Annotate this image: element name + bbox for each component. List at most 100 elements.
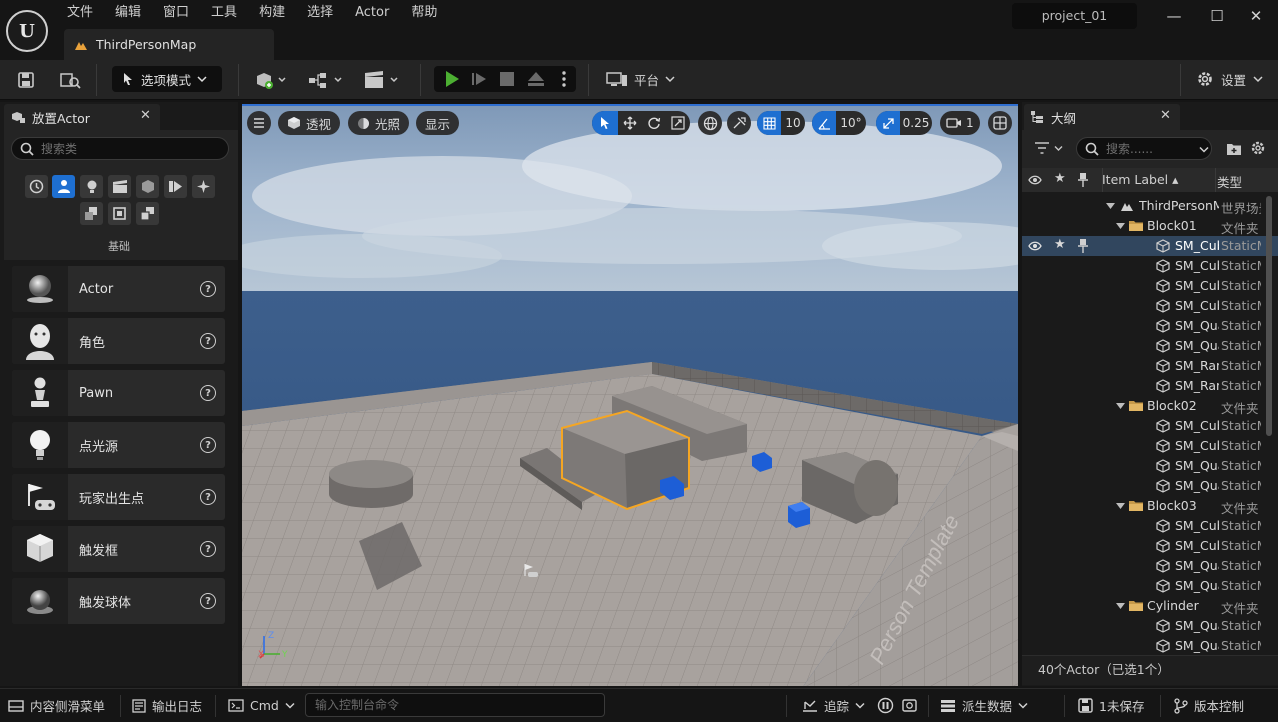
viewport-scene[interactable]: Person Template Z Y X	[242, 106, 1018, 686]
outliner-actor-row[interactable]: SM_CubeStaticMesh	[1022, 276, 1278, 296]
help-icon[interactable]: ?	[200, 385, 216, 401]
actor-item-character[interactable]: 角色 ?	[12, 318, 225, 364]
actor-item-player-start[interactable]: 玩家出生点 ?	[12, 474, 225, 520]
add-actor-icon[interactable]	[252, 68, 290, 92]
gear-icon[interactable]	[1250, 140, 1266, 156]
outliner-folder-row[interactable]: Block03 文件夹	[1022, 496, 1278, 516]
menu-tools[interactable]: 工具	[200, 0, 248, 26]
outliner-actor-row[interactable]: SM_QuadStaticMesh	[1022, 616, 1278, 636]
blueprint-icon[interactable]	[306, 68, 346, 92]
item-label-column[interactable]: Item Label ▴	[1102, 172, 1178, 187]
close-window-button[interactable]: ✕	[1246, 6, 1266, 26]
save-icon[interactable]	[14, 68, 38, 92]
cinematic-category-icon[interactable]	[108, 175, 131, 198]
more-options-icon[interactable]	[561, 71, 567, 87]
viewport-menu-button[interactable]	[247, 111, 271, 135]
scale-snap-value[interactable]: 0.25	[900, 111, 932, 135]
outliner-tab[interactable]: 大纲 ✕	[1024, 104, 1180, 130]
outliner-actor-row[interactable]: SM_QuadStaticMesh	[1022, 316, 1278, 336]
outliner-actor-row[interactable]: SM_CubeStaticMesh	[1022, 536, 1278, 556]
outliner-world-row[interactable]: ThirdPersonMap世界场景	[1022, 196, 1278, 216]
other-category-icon[interactable]	[136, 202, 159, 225]
outliner-actor-row[interactable]: SM_CubeStaticMesh	[1022, 256, 1278, 276]
outliner-actor-row[interactable]: SM_QuadStaticMesh	[1022, 556, 1278, 576]
outliner-folder-row[interactable]: Block02 文件夹	[1022, 396, 1278, 416]
outliner-actor-row[interactable]: SM_CubeStaticMesh	[1022, 436, 1278, 456]
viewport-layout-button[interactable]	[988, 111, 1012, 135]
rotation-snap-value[interactable]: 10°	[836, 111, 866, 135]
visibility-column-icon[interactable]	[1028, 174, 1042, 186]
outliner-scrollbar[interactable]	[1266, 196, 1272, 436]
settings-button[interactable]: 设置	[1196, 68, 1263, 90]
menu-select[interactable]: 选择	[296, 0, 344, 26]
console-command-input[interactable]: 输入控制台命令	[305, 693, 605, 717]
help-icon[interactable]: ?	[200, 281, 216, 297]
close-tab-icon[interactable]: ✕	[140, 108, 151, 123]
place-actors-tab[interactable]: 放置Actor ✕	[4, 104, 160, 130]
expand-arrow-icon[interactable]	[1116, 403, 1125, 409]
close-tab-icon[interactable]: ✕	[1160, 108, 1171, 123]
menu-window[interactable]: 窗口	[152, 0, 200, 26]
help-icon[interactable]: ?	[200, 437, 216, 453]
outliner-actor-row[interactable]: SM_RampStaticMesh	[1022, 356, 1278, 376]
outliner-actor-row[interactable]: SM_RampStaticMesh	[1022, 376, 1278, 396]
derived-data-button[interactable]: 派生数据	[940, 689, 1028, 722]
unreal-logo[interactable]: U	[6, 10, 48, 52]
output-log-button[interactable]: 输出日志	[132, 689, 202, 722]
geometry-category-icon[interactable]	[164, 175, 187, 198]
actor-item-trigger-sphere[interactable]: 触发球体 ?	[12, 578, 225, 624]
filter-dropdown[interactable]	[1034, 141, 1063, 155]
outliner-folder-row[interactable]: Block01 文件夹	[1022, 216, 1278, 236]
source-control-button[interactable]: 版本控制	[1174, 689, 1244, 722]
actor-item-actor[interactable]: Actor ?	[12, 266, 225, 312]
help-icon[interactable]: ?	[200, 489, 216, 505]
visibility-eye-icon[interactable]	[1028, 240, 1042, 252]
outliner-actor-row[interactable]: SM_QuadStaticMesh	[1022, 636, 1278, 656]
menu-file[interactable]: 文件	[56, 0, 104, 26]
actor-item-trigger-box[interactable]: 触发框 ?	[12, 526, 225, 572]
type-column[interactable]: 类型	[1217, 172, 1242, 191]
grid-snap-value[interactable]: 10	[781, 111, 805, 135]
outliner-actor-row[interactable]: SM_QuadStaticMesh	[1022, 576, 1278, 596]
move-tool-icon[interactable]	[618, 111, 642, 135]
search-classes-input[interactable]: 搜索类	[11, 137, 229, 160]
select-tool-icon[interactable]	[592, 111, 618, 135]
trace-dropdown[interactable]: 追踪	[802, 689, 865, 722]
perspective-button[interactable]: 透视	[278, 111, 341, 135]
outliner-actor-row[interactable]: SM_CubeStaticMesh	[1022, 296, 1278, 316]
basic-category-icon[interactable]	[52, 175, 75, 198]
outliner-actor-row[interactable]: SM_CubeStaticMesh	[1022, 516, 1278, 536]
unsaved-button[interactable]: 1未保存	[1078, 689, 1144, 722]
lights-category-icon[interactable]	[80, 175, 103, 198]
help-icon[interactable]: ?	[200, 541, 216, 557]
grid-snap-icon[interactable]	[757, 111, 781, 135]
level-viewport[interactable]: Person Template Z Y X 透视 光照 显示 10 10° 0.…	[242, 104, 1018, 686]
menu-actor[interactable]: Actor	[344, 0, 400, 26]
favorite-column-icon[interactable]: ★	[1054, 171, 1066, 186]
surface-snap-toggle[interactable]	[727, 111, 751, 135]
chevron-down-icon[interactable]	[1199, 146, 1209, 153]
mode-dropdown[interactable]: 选项模式	[112, 66, 222, 92]
outliner-actor-row[interactable]: SM_CubeStaticMesh	[1022, 416, 1278, 436]
eject-icon[interactable]	[527, 71, 545, 87]
menu-help[interactable]: 帮助	[400, 0, 448, 26]
camera-speed-button[interactable]: 1	[940, 111, 980, 135]
help-icon[interactable]: ?	[200, 333, 216, 349]
minimize-button[interactable]: —	[1164, 6, 1184, 26]
scale-snap-icon[interactable]	[876, 111, 900, 135]
expand-arrow-icon[interactable]	[1116, 223, 1125, 229]
outliner-actor-row[interactable]: SM_QuadStaticMesh	[1022, 456, 1278, 476]
screenshot-icon[interactable]	[901, 697, 918, 714]
browse-content-icon[interactable]	[56, 68, 84, 92]
pin-column-icon[interactable]	[1078, 172, 1088, 188]
pin-icon[interactable]	[1078, 238, 1088, 254]
menu-build[interactable]: 构建	[248, 0, 296, 26]
world-local-toggle[interactable]	[698, 111, 722, 135]
help-icon[interactable]: ?	[200, 593, 216, 609]
menu-edit[interactable]: 编辑	[104, 0, 152, 26]
actor-item-point-light[interactable]: 点光源 ?	[12, 422, 225, 468]
rotate-tool-icon[interactable]	[642, 111, 666, 135]
play-icon[interactable]	[443, 70, 461, 88]
shapes-category-icon[interactable]	[108, 202, 131, 225]
lighting-button[interactable]: 光照	[348, 111, 410, 135]
